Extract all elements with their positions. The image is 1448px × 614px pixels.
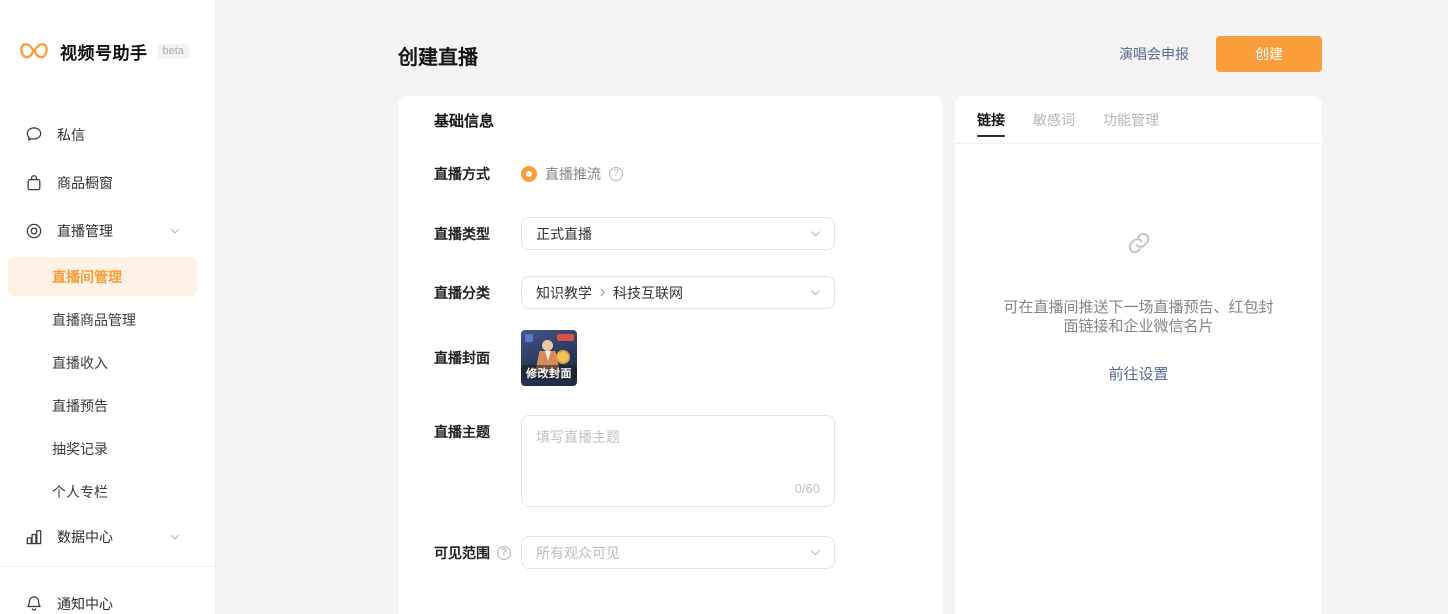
edit-cover-overlay[interactable]: 修改封面 — [521, 365, 577, 380]
link-icon — [1124, 228, 1154, 263]
basic-info-card: 基础信息 直播方式 直播推流 ? 直播类型 正式直播 直播分类 知识教学 科技互… — [398, 96, 943, 614]
sidebar-subitem-label: 直播收入 — [52, 353, 108, 373]
cover-play-icon — [525, 334, 533, 342]
sidebar-item-label: 数据中心 — [57, 527, 169, 547]
sidebar-divider — [0, 566, 215, 567]
panel-tabs: 链接 敏感词 功能管理 — [955, 96, 1322, 144]
live-topic-box: 0/60 — [521, 415, 835, 507]
live-category-select[interactable]: 知识教学 科技互联网 — [521, 276, 835, 309]
sidebar-item-product-window[interactable]: 商品橱窗 — [0, 159, 215, 207]
sidebar: 视频号助手 beta 私信 商品橱窗 — [0, 0, 216, 614]
live-type-value: 正式直播 — [536, 224, 592, 244]
sidebar-item-label: 通知中心 — [57, 594, 215, 614]
app-logo-row: 视频号助手 beta — [0, 0, 215, 64]
chevron-down-icon — [809, 227, 822, 243]
sidebar-subitem-label: 直播间管理 — [52, 267, 122, 287]
bar-chart-icon — [24, 527, 44, 547]
sidebar-subitem-label: 个人专栏 — [52, 482, 108, 502]
visibility-select[interactable]: 所有观众可见 — [521, 536, 835, 569]
visibility-value: 所有观众可见 — [536, 543, 620, 563]
chevron-down-icon — [809, 546, 822, 562]
sidebar-subitem-live-room-management[interactable]: 直播间管理 — [8, 257, 197, 296]
live-category-row: 直播分类 知识教学 科技互联网 — [434, 276, 907, 309]
live-method-label: 直播方式 — [434, 164, 521, 184]
tab-links[interactable]: 链接 — [977, 96, 1005, 143]
help-icon[interactable]: ? — [497, 546, 511, 560]
page-title: 创建直播 — [398, 41, 478, 70]
live-category-sub: 科技互联网 — [613, 283, 683, 303]
links-empty-description: 可在直播间推送下一场直播预告、红包封面链接和企业微信名片 — [999, 298, 1279, 336]
edit-cover-label: 修改封面 — [526, 365, 572, 381]
live-method-radio-group: 直播推流 ? — [521, 164, 623, 184]
sidebar-subitem-live-income[interactable]: 直播收入 — [0, 341, 215, 384]
sidebar-item-live-management[interactable]: 直播管理 — [0, 207, 215, 255]
sidebar-item-label: 私信 — [57, 125, 215, 145]
beta-badge: beta — [158, 44, 189, 59]
sidebar-item-data-center[interactable]: 数据中心 — [0, 513, 215, 561]
live-cover-thumbnail[interactable]: 修改封面 — [521, 330, 577, 386]
live-type-select[interactable]: 正式直播 — [521, 217, 835, 250]
goto-settings-link[interactable]: 前往设置 — [1108, 363, 1168, 384]
radio-selected-icon[interactable] — [521, 166, 537, 182]
live-type-label: 直播类型 — [434, 224, 521, 244]
links-panel: 链接 敏感词 功能管理 可在直播间推送下一场直播预告、红包封面链接和企业微信名片… — [955, 96, 1322, 614]
sidebar-subitem-label: 抽奖记录 — [52, 439, 108, 459]
section-title: 基础信息 — [434, 111, 907, 132]
live-topic-input[interactable] — [522, 416, 834, 478]
sidebar-subitem-live-product-management[interactable]: 直播商品管理 — [0, 298, 215, 341]
visibility-label: 可见范围 ? — [434, 543, 521, 563]
channels-logo-icon — [18, 38, 50, 64]
live-topic-label: 直播主题 — [434, 415, 521, 442]
visibility-label-text: 可见范围 — [434, 543, 490, 563]
live-cover-row: 直播封面 修改封面 — [434, 330, 907, 386]
live-method-value: 直播推流 — [545, 164, 601, 184]
tab-feature-management[interactable]: 功能管理 — [1103, 96, 1159, 143]
links-empty-state: 可在直播间推送下一场直播预告、红包封面链接和企业微信名片 前往设置 — [955, 144, 1322, 384]
tab-sensitive-words[interactable]: 敏感词 — [1033, 96, 1075, 143]
sidebar-item-label: 直播管理 — [57, 221, 169, 241]
live-cover-label: 直播封面 — [434, 348, 521, 368]
sidebar-subitem-lottery-records[interactable]: 抽奖记录 — [0, 427, 215, 470]
live-icon — [24, 221, 44, 241]
cover-person — [542, 340, 553, 351]
chat-icon — [24, 125, 44, 145]
sidebar-subitem-label: 直播预告 — [52, 396, 108, 416]
topic-char-counter: 0/60 — [795, 481, 820, 496]
sidebar-subitem-label: 直播商品管理 — [52, 310, 136, 330]
create-button[interactable]: 创建 — [1216, 36, 1322, 72]
cover-badge — [557, 334, 574, 341]
live-category-label: 直播分类 — [434, 283, 521, 303]
header-actions: 演唱会申报 创建 — [1119, 36, 1322, 72]
sidebar-item-private-message[interactable]: 私信 — [0, 111, 215, 159]
app-title: 视频号助手 — [60, 39, 148, 64]
concert-apply-link[interactable]: 演唱会申报 — [1119, 44, 1189, 64]
chevron-right-icon — [597, 287, 608, 298]
help-icon[interactable]: ? — [609, 167, 623, 181]
sidebar-item-label: 商品橱窗 — [57, 173, 215, 193]
sidebar-subitem-personal-column[interactable]: 个人专栏 — [0, 470, 215, 513]
chevron-down-icon[interactable] — [169, 225, 181, 237]
live-topic-row: 直播主题 0/60 — [434, 415, 907, 507]
live-category-main: 知识教学 — [536, 283, 592, 303]
sidebar-nav: 私信 商品橱窗 直播管理 — [0, 111, 215, 614]
live-method-row: 直播方式 直播推流 ? — [434, 164, 907, 184]
bell-icon — [24, 594, 44, 614]
sidebar-subitem-live-trailer[interactable]: 直播预告 — [0, 384, 215, 427]
visibility-row: 可见范围 ? 所有观众可见 — [434, 536, 907, 569]
bag-icon — [24, 173, 44, 193]
chevron-down-icon[interactable] — [169, 531, 181, 543]
cover-coin-icon — [556, 350, 570, 364]
live-type-row: 直播类型 正式直播 — [434, 217, 907, 250]
chevron-down-icon — [809, 286, 822, 302]
sidebar-item-notification-center[interactable]: 通知中心 — [0, 580, 215, 614]
